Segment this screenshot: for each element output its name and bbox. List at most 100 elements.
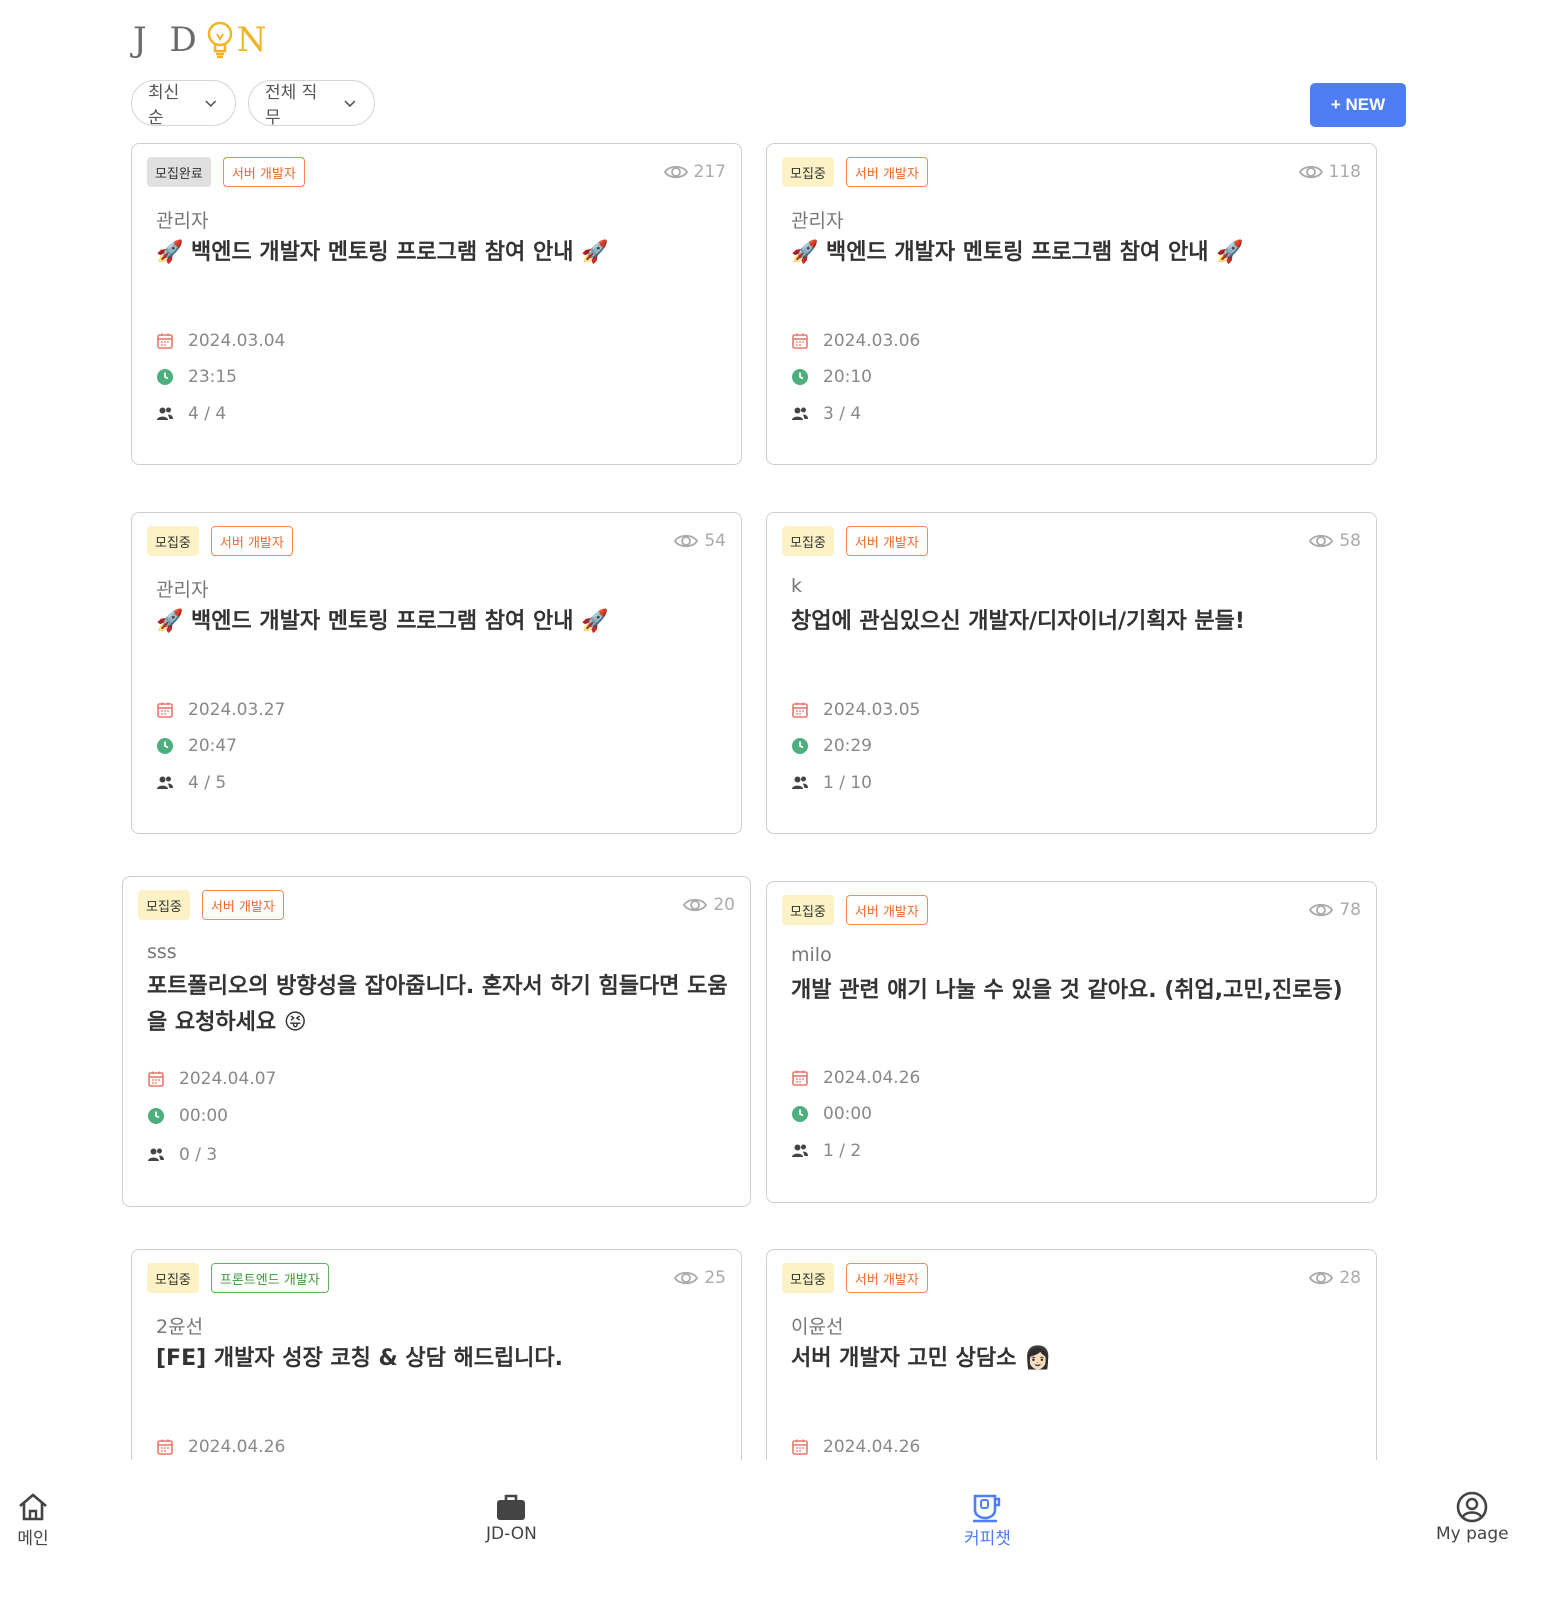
calendar-icon [148, 1071, 164, 1087]
view-count: 78 [1309, 900, 1361, 920]
calendar-icon [157, 333, 173, 349]
people-icon [157, 407, 173, 420]
sort-dropdown[interactable]: 최신순 [131, 80, 236, 128]
post-card[interactable]: 모집중 서버 개발자 54 관리자 🚀 백엔드 개발자 멘토링 프로그램 참여 … [131, 512, 742, 834]
role-badge: 서버 개발자 [222, 157, 305, 187]
eye-icon [663, 165, 688, 179]
status-badge: 모집중 [782, 895, 834, 925]
clock-icon [792, 369, 808, 385]
eye-icon [674, 1271, 699, 1285]
post-title: 🚀 백엔드 개발자 멘토링 프로그램 참여 안내 🚀 [156, 609, 609, 634]
post-author: sss [147, 941, 177, 963]
post-time: 20:29 [791, 736, 872, 756]
bottom-nav: 메인 JD-ON 커피챗 My page [0, 1484, 1554, 1608]
eye-icon [674, 534, 699, 548]
calendar-icon [792, 702, 808, 718]
post-time: 20:47 [156, 736, 237, 756]
post-members: 3 / 4 [791, 404, 861, 424]
role-badge: 서버 개발자 [845, 895, 928, 925]
new-post-button[interactable]: + NEW [1310, 83, 1406, 127]
nav-jdon[interactable]: JD-ON [486, 1490, 537, 1544]
view-count: 28 [1309, 1268, 1361, 1288]
post-title: 🚀 백엔드 개발자 멘토링 프로그램 참여 안내 🚀 [156, 240, 609, 265]
view-count-value: 217 [693, 162, 726, 182]
clock-icon [157, 738, 173, 754]
eye-icon [1309, 534, 1334, 548]
home-icon [19, 1493, 47, 1521]
eye-icon [1309, 1271, 1334, 1285]
view-count: 118 [1298, 162, 1361, 182]
post-time: 00:00 [147, 1106, 228, 1126]
app-logo[interactable]: J D N [133, 18, 272, 62]
view-count-value: 54 [704, 531, 726, 551]
view-count-value: 58 [1339, 531, 1361, 551]
post-members: 1 / 2 [791, 1141, 861, 1161]
post-card[interactable]: 모집중 서버 개발자 118 관리자 🚀 백엔드 개발자 멘토링 프로그램 참여… [766, 143, 1377, 465]
post-date: 2024.03.04 [156, 331, 285, 351]
status-badge: 모집중 [147, 1263, 199, 1293]
nav-coffee-chat[interactable]: 커피챗 [964, 1490, 1011, 1549]
role-badge: 서버 개발자 [201, 890, 284, 920]
post-date: 2024.04.07 [147, 1069, 276, 1089]
post-date: 2024.04.26 [791, 1437, 920, 1457]
post-members: 1 / 10 [791, 773, 872, 793]
post-title: 창업에 관심있으신 개발자/디자이너/기획자 분들! [791, 609, 1245, 634]
status-badge: 모집중 [782, 526, 834, 556]
people-icon [792, 776, 808, 789]
post-members: 4 / 4 [156, 404, 226, 424]
post-date: 2024.03.06 [791, 331, 920, 351]
view-count: 217 [663, 162, 726, 182]
clock-icon [157, 369, 173, 385]
post-members: 4 / 5 [156, 773, 226, 793]
view-count: 54 [674, 531, 726, 551]
calendar-icon [157, 702, 173, 718]
post-card[interactable]: 모집완료 서버 개발자 217 관리자 🚀 백엔드 개발자 멘토링 프로그램 참… [131, 143, 742, 465]
post-card[interactable]: 모집중 서버 개발자 20 sss 포트폴리오의 방향성을 잡아줍니다. 혼자서… [122, 876, 751, 1207]
people-icon [148, 1148, 164, 1161]
view-count: 20 [683, 895, 735, 915]
post-author: 이윤선 [791, 1316, 844, 1338]
status-badge: 모집중 [138, 890, 190, 920]
view-count-value: 20 [713, 895, 735, 915]
job-filter-dropdown[interactable]: 전체 직무 [248, 80, 375, 128]
role-badge: 서버 개발자 [210, 526, 293, 556]
role-badge: 서버 개발자 [845, 1263, 928, 1293]
post-card[interactable]: 모집중 서버 개발자 58 k 창업에 관심있으신 개발자/디자이너/기획자 분… [766, 512, 1377, 834]
chevron-down-icon [344, 100, 356, 108]
briefcase-icon [497, 1494, 526, 1520]
post-card[interactable]: 모집중 서버 개발자 78 milo 개발 관련 얘기 나눌 수 있을 것 같아… [766, 881, 1377, 1203]
clock-icon [792, 1106, 808, 1122]
sort-dropdown-label: 최신순 [148, 83, 180, 128]
nav-home[interactable]: 메인 [16, 1490, 50, 1549]
post-title: 서버 개발자 고민 상담소 👩🏻 [791, 1346, 1052, 1371]
post-author: 관리자 [156, 210, 209, 232]
status-badge: 모집중 [782, 1263, 834, 1293]
post-title: [FE] 개발자 성장 코칭 & 상담 해드립니다. [156, 1346, 564, 1371]
role-badge: 프론트엔드 개발자 [210, 1263, 329, 1293]
view-count: 58 [1309, 531, 1361, 551]
calendar-icon [157, 1439, 173, 1455]
status-badge: 모집중 [782, 157, 834, 187]
calendar-icon [792, 1439, 808, 1455]
view-count-value: 78 [1339, 900, 1361, 920]
clock-icon [148, 1108, 164, 1124]
eye-icon [683, 898, 708, 912]
role-badge: 서버 개발자 [845, 157, 928, 187]
post-date: 2024.03.05 [791, 700, 920, 720]
calendar-icon [792, 333, 808, 349]
view-count-value: 28 [1339, 1268, 1361, 1288]
view-count-value: 25 [704, 1268, 726, 1288]
post-title: 포트폴리오의 방향성을 잡아줍니다. 혼자서 하기 힘들다면 도움을 요청하세요… [147, 974, 728, 1035]
status-badge: 모집중 [147, 526, 199, 556]
lightbulb-icon [207, 21, 232, 59]
post-author: k [791, 575, 803, 597]
people-icon [792, 1144, 808, 1157]
post-date: 2024.04.26 [791, 1068, 920, 1088]
coffee-cup-icon [973, 1494, 1001, 1523]
post-author: 관리자 [791, 210, 844, 232]
user-circle-icon [1456, 1491, 1488, 1523]
post-time: 20:10 [791, 367, 872, 387]
post-date: 2024.03.27 [156, 700, 285, 720]
chevron-down-icon [205, 100, 217, 108]
nav-mypage[interactable]: My page [1436, 1490, 1509, 1544]
